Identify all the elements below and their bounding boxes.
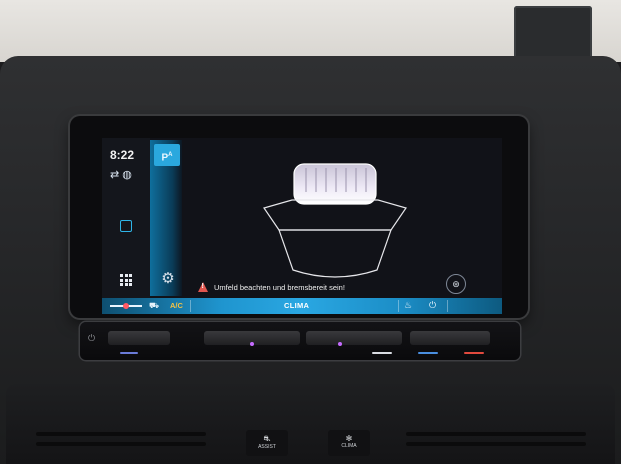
warning-icon — [198, 282, 208, 292]
apps-grid-icon[interactable] — [120, 274, 132, 286]
sensor-zone-lower — [278, 229, 392, 278]
indicator-light — [120, 352, 138, 354]
assist-label: ASSIST — [258, 444, 276, 450]
ac-button[interactable]: A/C — [170, 301, 183, 310]
air-vent — [406, 432, 586, 436]
clima-button[interactable]: CLIMA — [284, 301, 309, 310]
park-assist-button[interactable]: PA — [154, 144, 180, 166]
center-console — [6, 384, 615, 464]
clima-console-label: CLIMA — [341, 443, 357, 449]
gear-icon[interactable]: ⚙ — [160, 271, 176, 287]
car-sensor-icon[interactable]: ⊛ — [446, 274, 466, 294]
assist-button[interactable]: ⛐ ASSIST — [246, 430, 288, 456]
status-icons: ⇄ ◍ — [110, 168, 132, 181]
clock: 8:22 — [110, 148, 135, 162]
indicator-dot — [338, 342, 342, 346]
touch-button-right[interactable] — [410, 331, 490, 345]
indicator-light — [372, 352, 392, 354]
divider — [190, 300, 191, 312]
home-square-icon[interactable] — [120, 220, 132, 232]
touch-slider-fan[interactable] — [306, 331, 402, 345]
alert-text: Umfeld beachten und bremsbereit sein! — [214, 282, 345, 292]
air-vent — [406, 442, 586, 446]
indicator-light — [464, 352, 484, 354]
assist-icon: ⛐ — [263, 434, 271, 443]
fan-icon: ✻ — [345, 434, 353, 443]
clima-console-button[interactable]: ✻ CLIMA — [328, 430, 370, 456]
car-connect-icon: ⇄ — [110, 169, 120, 181]
alert-message: Umfeld beachten und bremsbereit sein! — [198, 282, 345, 292]
climate-bar: ⛟ A/C CLIMA ♨ ⏻ — [102, 298, 502, 314]
recirculation-icon[interactable]: ⛟ — [149, 301, 159, 311]
touch-button-left[interactable] — [108, 331, 170, 345]
globe-icon: ◍ — [122, 169, 132, 181]
indicator-light — [418, 352, 438, 354]
wall-mounted-device — [514, 6, 592, 62]
infotainment-screen: 8:22 ⇄ ◍ PA ⚙ ! Umfeld beachten und brem… — [102, 138, 502, 314]
air-vent — [36, 432, 206, 436]
divider — [398, 300, 399, 312]
indicator-dot — [250, 342, 254, 346]
park-button-sub: A — [168, 152, 173, 158]
seat-heat-icon[interactable]: ♨ — [404, 300, 412, 311]
temperature-slider[interactable] — [110, 303, 142, 309]
divider — [447, 300, 448, 312]
power-icon[interactable]: ⏻ — [88, 333, 95, 344]
touch-slider-bar: ⏻ — [80, 322, 520, 360]
left-sidebar: 8:22 ⇄ ◍ — [102, 138, 150, 298]
power-icon[interactable]: ⏻ — [429, 300, 436, 311]
air-vent — [36, 442, 206, 446]
